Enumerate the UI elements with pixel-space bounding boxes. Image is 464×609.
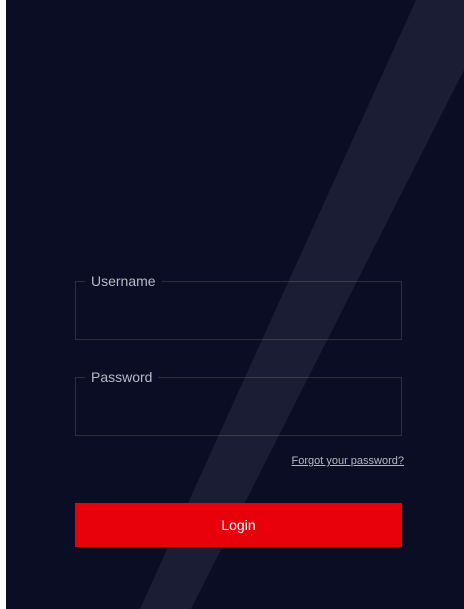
username-label: Username: [85, 271, 162, 291]
username-field[interactable]: Username: [75, 271, 402, 340]
username-input[interactable]: [76, 294, 401, 338]
password-field[interactable]: Password: [75, 367, 402, 436]
login-button[interactable]: Login: [75, 503, 402, 547]
forgot-password-link[interactable]: Forgot your password?: [292, 455, 405, 467]
password-label: Password: [85, 367, 159, 387]
login-screen: Username Password Forgot your password? …: [6, 0, 464, 609]
password-input[interactable]: [76, 390, 401, 434]
